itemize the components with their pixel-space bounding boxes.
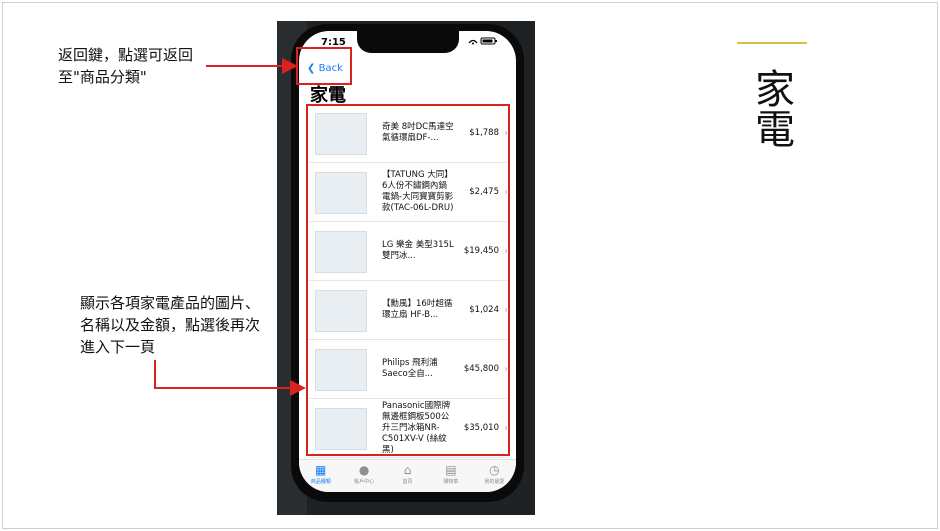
- side-accent-line: [737, 42, 807, 44]
- annotation-arrows: [154, 58, 306, 396]
- side-title: 家電: [748, 68, 794, 148]
